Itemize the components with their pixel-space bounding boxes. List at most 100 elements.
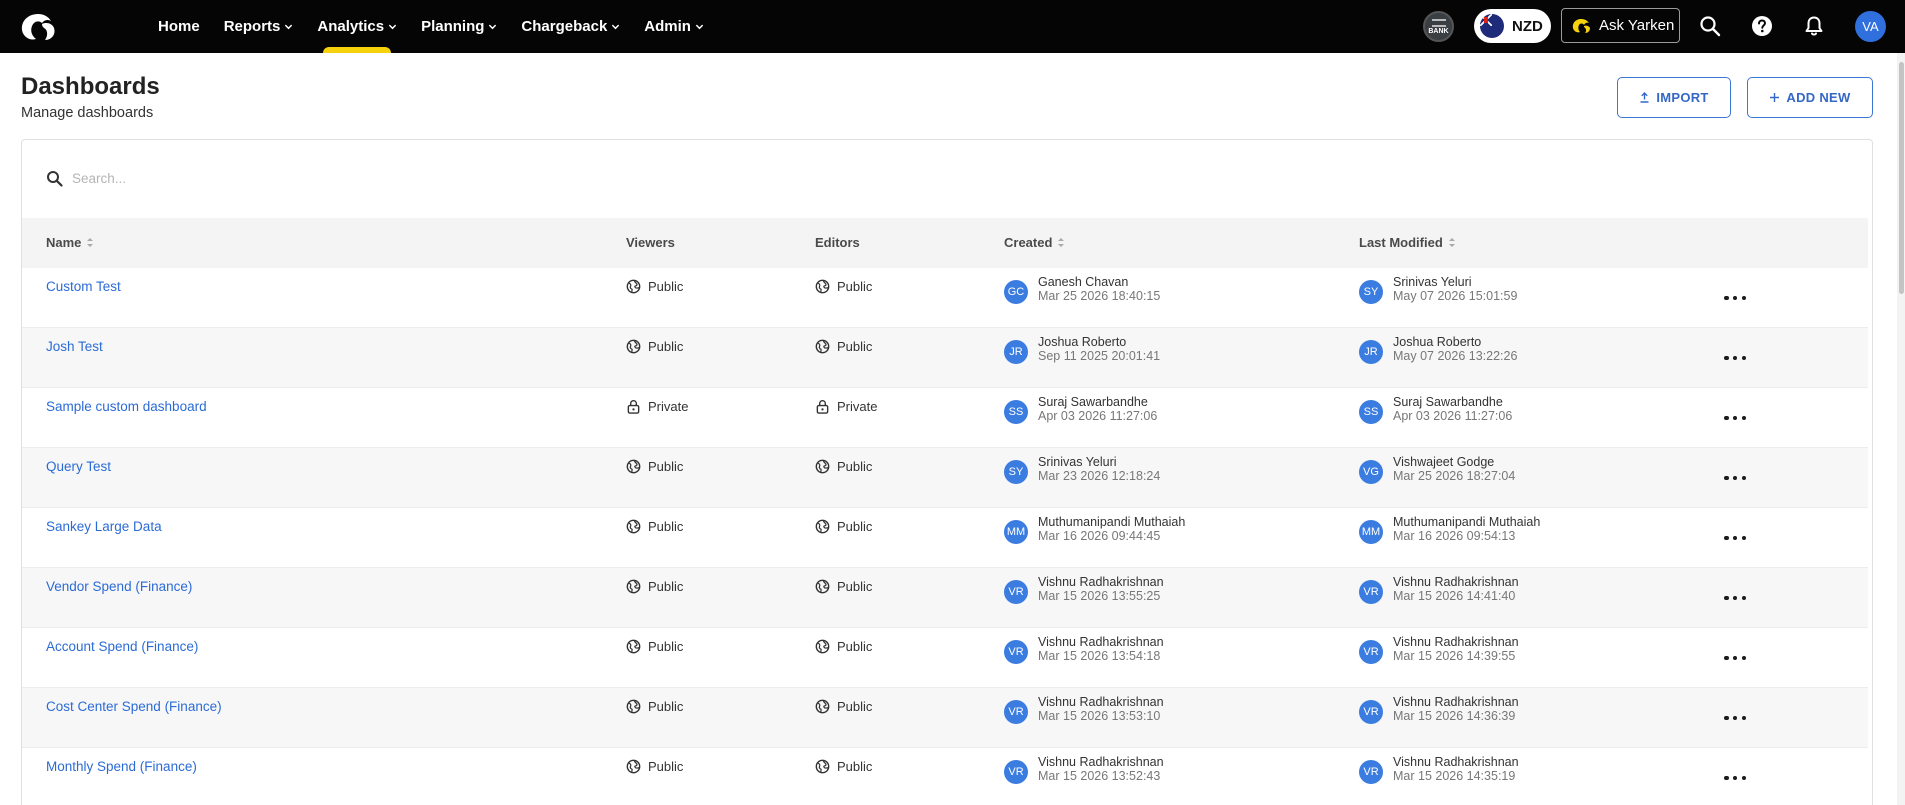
globe-icon [626,519,641,534]
row-actions-more-icon[interactable] [1724,288,1746,308]
nav-chargeback[interactable]: Chargeback [509,0,632,53]
row-actions-more-icon[interactable] [1724,468,1746,488]
column-modified-label: Last Modified [1359,235,1443,250]
modified-by-name: Vishwajeet Godge [1393,455,1495,469]
nav-admin[interactable]: Admin [632,0,716,53]
dashboard-name-link[interactable]: Account Spend (Finance) [46,639,198,654]
viewers-access: Public [626,699,683,714]
created-date: Mar 15 2026 13:54:18 [1038,649,1161,663]
editors-access-label: Public [837,639,873,654]
user-avatar[interactable]: VA [1855,11,1886,42]
row-actions-more-icon[interactable] [1724,588,1746,608]
user-initials: VA [1862,19,1879,34]
column-created-header[interactable]: Created [1004,235,1065,250]
editors-access: Public [815,279,872,294]
editors-access-label: Public [837,579,873,594]
editors-access: Public [815,639,872,654]
row-actions-more-icon[interactable] [1724,528,1746,548]
bell-icon[interactable] [1803,15,1825,37]
column-editors-label: Editors [815,235,860,250]
dashboard-name-link[interactable]: Josh Test [46,339,103,354]
page-title: Dashboards [21,73,160,100]
currency-code: NZD [1512,17,1543,35]
nav-reports[interactable]: Reports [212,0,306,53]
table-row: Josh Test Public Public JR Joshua Roberto Sep… [22,328,1868,388]
row-actions-more-icon[interactable] [1724,348,1746,368]
table-row: Custom Test Public Public GC Ganesh Chavan Ma… [22,268,1868,328]
created-by-name: Joshua Roberto [1038,335,1127,349]
ask-yarken-button[interactable]: Ask Yarken [1561,8,1680,43]
row-actions-more-icon[interactable] [1724,648,1746,668]
bank-selector[interactable]: BANK [1423,11,1454,42]
currency-selector[interactable]: NZD [1474,9,1551,43]
column-viewers-label: Viewers [626,235,675,250]
search-input[interactable] [72,166,672,190]
table-row: Account Spend (Finance) Public Public VR Vis… [22,628,1868,688]
created-by: MM Muthumanipandi Muthaiah Mar 16 2026 09:… [1004,515,1185,544]
dashboard-name-link[interactable]: Monthly Spend (Finance) [46,759,197,774]
modified-by: SY Srinivas Yeluri May 07 2026 15:01:59 [1359,275,1517,304]
created-date: Mar 23 2026 12:18:24 [1038,469,1161,483]
nav-chargeback-label: Chargeback [521,18,608,35]
ask-yarken-label: Ask Yarken [1599,17,1675,34]
editors-access: Public [815,519,872,534]
app-logo-icon[interactable] [18,11,58,43]
avatar: MM [1004,520,1028,544]
viewers-access: Public [626,759,683,774]
avatar: VR [1004,760,1028,784]
dashboard-name-link[interactable]: Vendor Spend (Finance) [46,579,192,594]
search-icon[interactable] [1699,15,1721,37]
dashboard-name-link[interactable]: Custom Test [46,279,121,294]
modified-by-name: Vishnu Radhakrishnan [1393,755,1519,769]
column-name-header[interactable]: Name [46,235,94,250]
nav-home[interactable]: Home [146,0,212,53]
dashboard-name-link[interactable]: Cost Center Spend (Finance) [46,699,222,714]
table-row: Cost Center Spend (Finance) Public Public V… [22,688,1868,748]
table-header: Name Viewers Editors Created Last Modifi… [22,218,1868,268]
modified-by-name: Muthumanipandi Muthaiah [1393,515,1541,529]
row-actions-more-icon[interactable] [1724,408,1746,428]
row-actions-more-icon[interactable] [1724,708,1746,728]
avatar: GC [1004,280,1028,304]
nav-analytics[interactable]: Analytics [305,0,409,53]
plus-icon [1770,93,1780,102]
help-icon[interactable] [1751,15,1773,37]
nav-planning[interactable]: Planning [409,0,509,53]
modified-by: SS Suraj Sawarbandhe Apr 03 2026 11:27:06 [1359,395,1512,424]
table-row: Monthly Spend (Finance) Public Public VR Vis… [22,748,1868,805]
modified-by-name: Vishnu Radhakrishnan [1393,635,1519,649]
row-actions-more-icon[interactable] [1724,768,1746,788]
created-by-name: Vishnu Radhakrishnan [1038,755,1164,769]
scrollbar-thumb[interactable] [1899,62,1904,294]
globe-icon [626,759,641,774]
add-new-button[interactable]: ADD NEW [1747,77,1873,118]
avatar: VR [1004,580,1028,604]
chevron-down-icon [388,24,397,30]
column-viewers-header: Viewers [626,235,675,250]
dashboard-name-link[interactable]: Query Test [46,459,111,474]
globe-icon [626,339,641,354]
created-by: VR Vishnu Radhakrishnan Mar 15 2026 13:52:… [1004,755,1164,784]
bank-label: BANK [1428,27,1449,35]
modified-date: Mar 15 2026 14:39:55 [1393,649,1516,663]
lock-icon [816,399,829,414]
globe-icon [626,279,641,294]
viewers-access: Private [626,399,688,414]
avatar: SS [1004,400,1028,424]
column-modified-header[interactable]: Last Modified [1359,235,1456,250]
created-by: JR Joshua Roberto Sep 11 2025 20:01:41 [1004,335,1160,364]
viewers-access-label: Public [648,639,684,654]
chevron-down-icon [489,24,497,30]
avatar: VR [1004,700,1028,724]
table-row: Sample custom dashboard Private Private SS S… [22,388,1868,448]
globe-icon [815,579,830,594]
modified-by-name: Suraj Sawarbandhe [1393,395,1503,409]
globe-icon [815,639,830,654]
editors-access-label: Public [837,339,873,354]
avatar: VR [1359,760,1383,784]
dashboard-name-link[interactable]: Sample custom dashboard [46,399,207,414]
modified-by-name: Srinivas Yeluri [1393,275,1472,289]
sort-icon [1448,238,1455,247]
import-button[interactable]: IMPORT [1617,77,1731,118]
dashboard-name-link[interactable]: Sankey Large Data [46,519,162,534]
